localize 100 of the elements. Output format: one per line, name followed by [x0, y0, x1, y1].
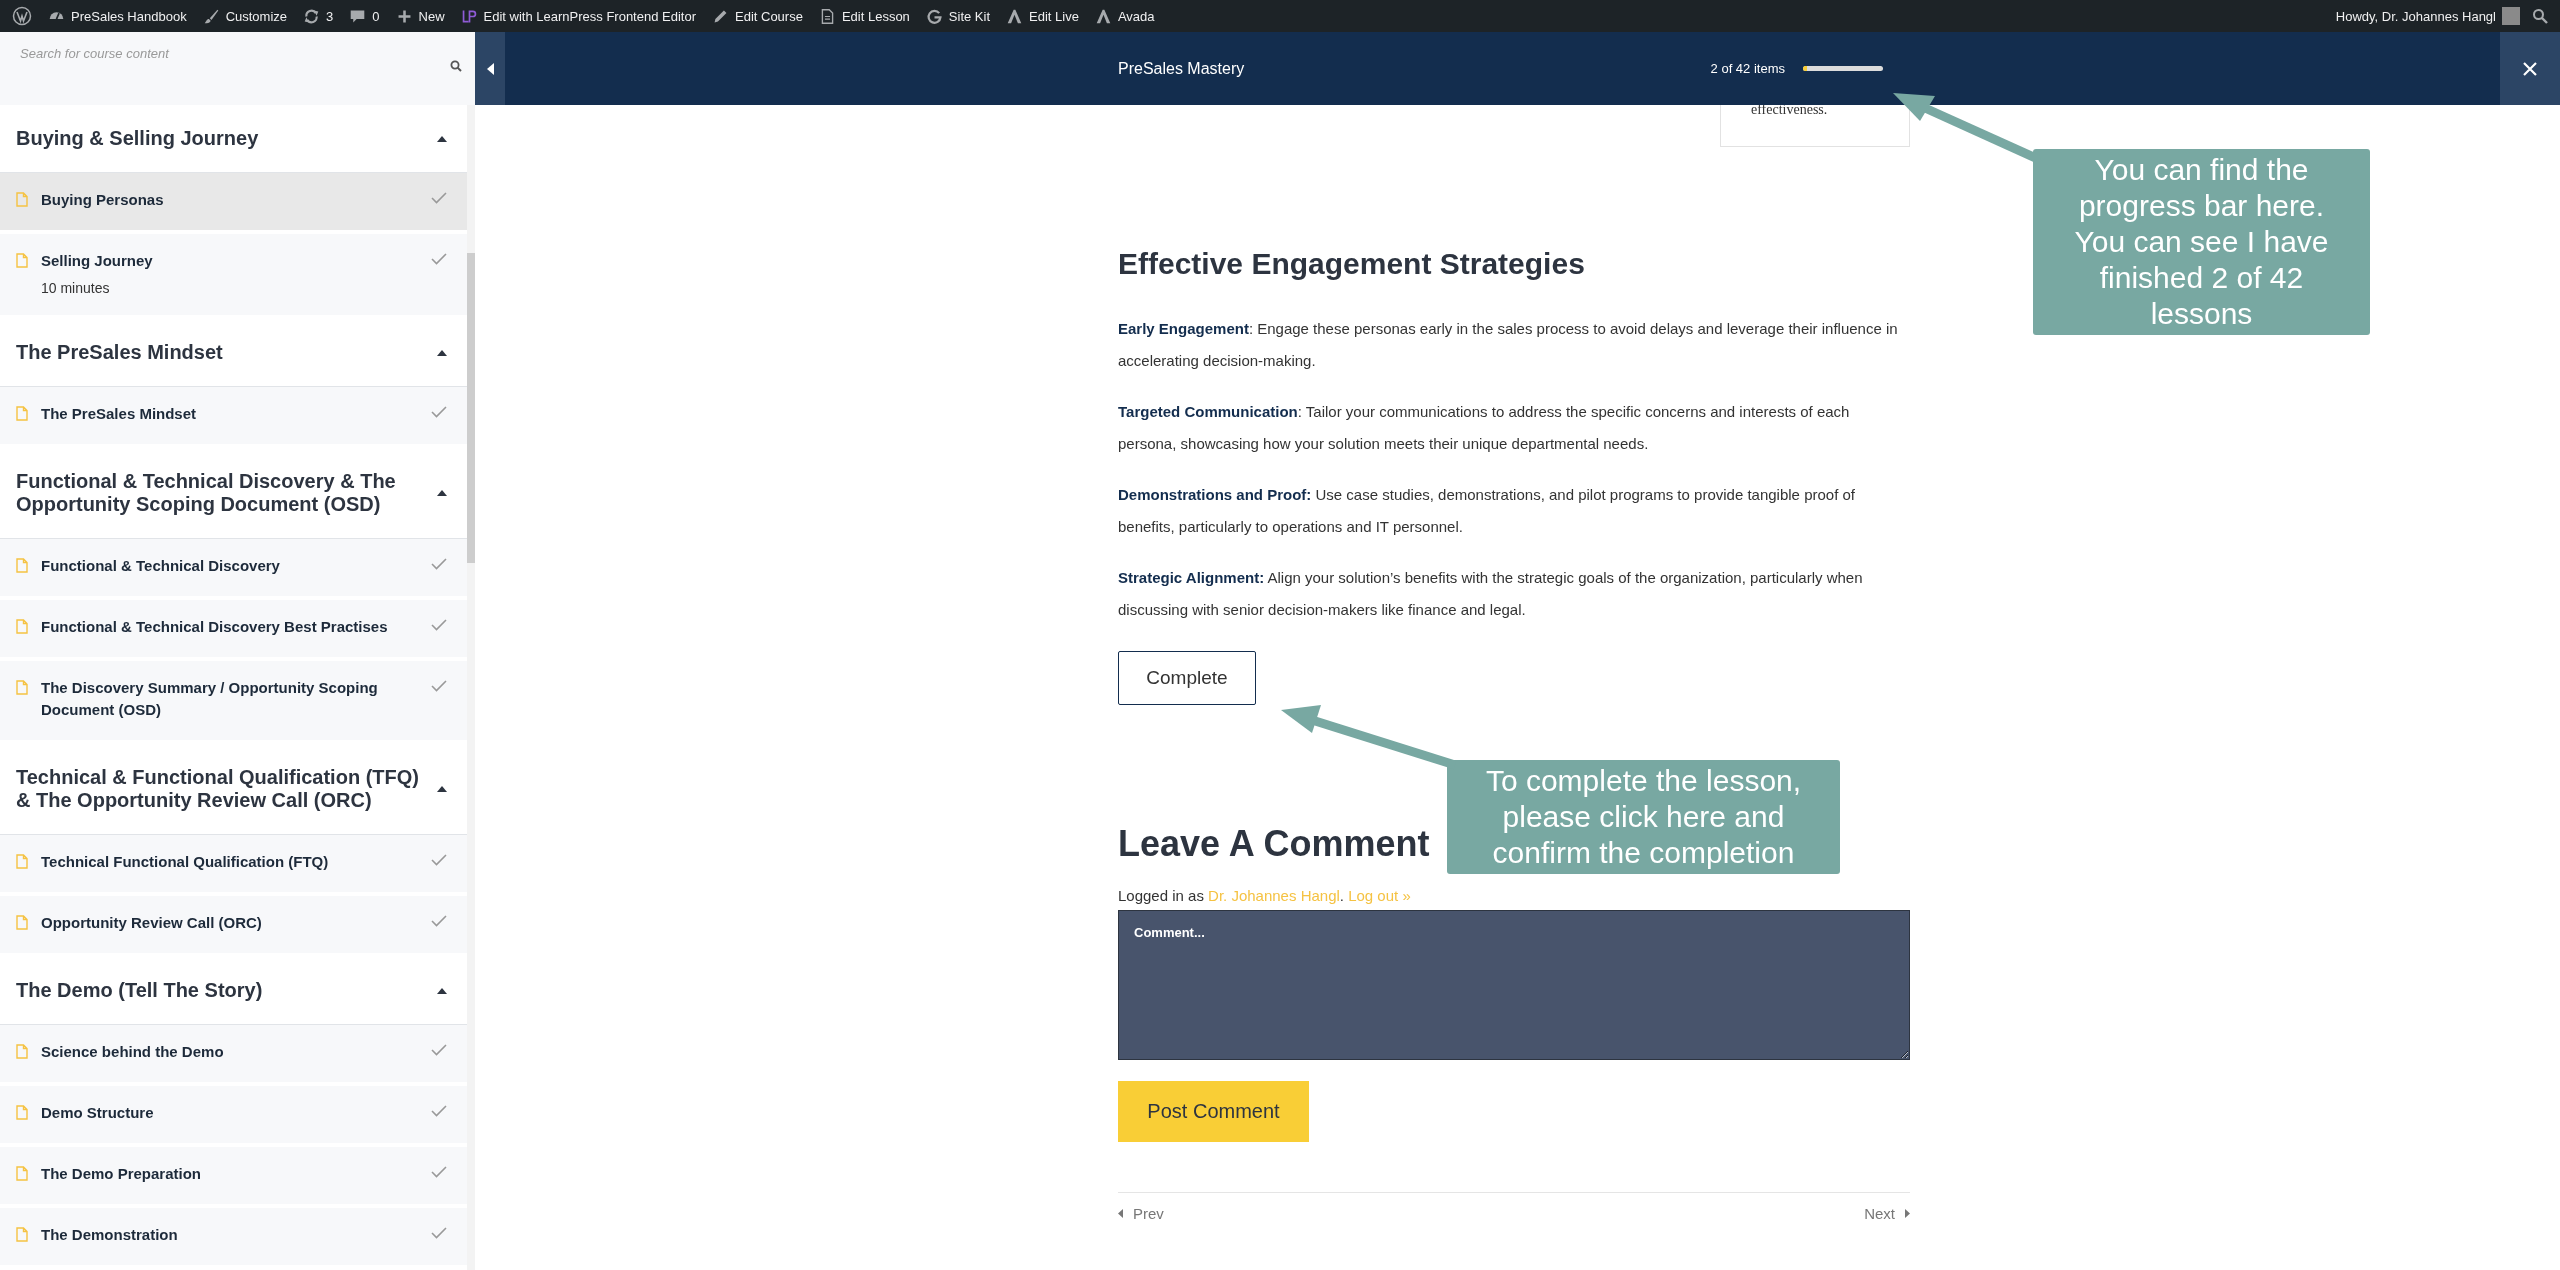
card-text: effectiveness.: [1751, 105, 1828, 118]
lesson-item[interactable]: The Demonstration: [0, 1208, 467, 1265]
section-heading: Effective Engagement Strategies: [1118, 247, 1586, 281]
document-icon: [16, 406, 28, 421]
section-title: Buying & Selling Journey: [16, 127, 259, 150]
link-label[interactable]: Site Kit: [948, 8, 991, 24]
link-label[interactable]: New: [418, 8, 445, 24]
progress-text: 2 of 42 items: [1710, 61, 1785, 76]
comment-heading: Leave A Comment: [1118, 823, 1430, 865]
admin-bar-link[interactable]: 3: [295, 7, 342, 25]
link-label[interactable]: Edit Lesson: [841, 8, 910, 24]
caret-up-icon[interactable]: [437, 135, 447, 142]
document-icon: [16, 253, 28, 268]
document-icon: [16, 1105, 28, 1120]
admin-bar-link[interactable]: Edit Lesson: [810, 7, 918, 25]
caret-up-icon[interactable]: [437, 987, 447, 994]
document-icon: [16, 619, 28, 634]
caret-left-icon: [486, 62, 494, 75]
admin-bar-link[interactable]: Edit Live: [998, 7, 1087, 25]
lesson-item[interactable]: Science behind the Demo: [0, 1025, 467, 1082]
section-title: Functional & Technical Discovery & The Opportunity Scoping Document (OSD): [16, 470, 397, 516]
document-icon: [16, 1044, 28, 1059]
lesson-title: Science behind the Demo: [41, 1042, 225, 1062]
document-icon: [16, 915, 28, 930]
sidebar-toggle-button[interactable]: [475, 32, 505, 105]
lesson-title: Technical Functional Qualification (FTQ): [41, 852, 330, 872]
caret-left-icon: [1118, 1209, 1123, 1218]
caret-up-icon[interactable]: [437, 786, 447, 792]
admin-bar-link[interactable]: Customize: [194, 7, 296, 25]
link-label[interactable]: PreSales Handbook: [71, 8, 187, 24]
lesson-item[interactable]: The PreSales Mindset: [0, 387, 467, 444]
caret-up-icon[interactable]: [437, 490, 447, 496]
lesson-title: Functional & Technical Discovery Best Practises: [41, 617, 389, 637]
lesson-title: The Discovery Summary / Opportunity Scoping Document (OSD): [41, 678, 379, 720]
lesson-item[interactable]: Selling Journey 10 minutes: [0, 234, 467, 315]
lesson-title: Selling Journey: [41, 251, 154, 271]
document-icon: [16, 192, 28, 207]
lesson-title: Buying Personas: [41, 190, 165, 210]
section-title: The PreSales Mindset: [16, 341, 223, 364]
wordpress-logo-icon[interactable]: [12, 6, 32, 26]
caret-right-icon: [1905, 1209, 1910, 1218]
lesson-title: Demo Structure: [41, 1103, 155, 1123]
document-icon: [16, 1166, 28, 1181]
link-label[interactable]: Edit Live: [1029, 8, 1079, 24]
caret-up-icon[interactable]: [437, 349, 447, 356]
g-logo-icon: [925, 7, 943, 25]
paragraph: Early Engagement: Engage these personas early in the sales process to avoid delays and leverage their influence in accelerating decision-making.: [1118, 319, 1899, 371]
lesson-item[interactable]: The Demo Preparation: [0, 1147, 467, 1204]
document-icon: [16, 680, 28, 695]
lesson-item[interactable]: Functional & Technical Discovery Best Practises: [0, 600, 467, 657]
lesson-item[interactable]: Demo Structure: [0, 1086, 467, 1143]
brush-icon: [202, 7, 220, 25]
link-label[interactable]: 3: [326, 8, 334, 24]
document-icon: [16, 854, 28, 869]
admin-bar-link[interactable]: Avada: [1086, 7, 1163, 25]
admin-bar-link[interactable]: Edit with LearnPress Frontend Editor: [452, 7, 704, 25]
lesson-item[interactable]: The Discovery Summary / Opportunity Scoping Document (OSD): [0, 661, 467, 740]
search-icon[interactable]: [2532, 8, 2548, 24]
lesson-item[interactable]: Buying Personas: [0, 173, 467, 230]
lesson-item[interactable]: Opportunity Review Call (ORC): [0, 896, 467, 953]
section-title: Technical & Functional Qualification (TFQ) & The Opportunity Review Call (ORC): [16, 766, 420, 812]
lesson-title: Opportunity Review Call (ORC): [41, 913, 263, 933]
search-field[interactable]: Search for course content: [20, 46, 420, 61]
prev-link[interactable]: Prev: [1118, 1205, 1164, 1222]
logged-in-text: Logged in as Dr. Johannes Hangl. Log out »: [1118, 887, 1412, 904]
document-icon: [16, 1227, 28, 1242]
lesson-duration: 10 minutes: [41, 280, 111, 296]
lesson-title: Functional & Technical Discovery: [41, 556, 281, 576]
lesson-title: The Demonstration: [41, 1225, 179, 1245]
complete-button[interactable]: Complete: [1118, 651, 1256, 705]
close-icon: [2523, 61, 2537, 76]
search-icon[interactable]: [450, 60, 462, 72]
link-label[interactable]: Avada: [1117, 8, 1155, 24]
link-label[interactable]: Customize: [225, 8, 288, 24]
link-label[interactable]: 0: [372, 8, 380, 24]
admin-bar-link[interactable]: Edit Course: [704, 7, 811, 25]
admin-bar-link[interactable]: Site Kit: [917, 7, 999, 25]
document-icon: [16, 558, 28, 573]
lesson-item[interactable]: Functional & Technical Discovery: [0, 539, 467, 596]
refresh-icon: [303, 7, 321, 25]
lesson-title: The PreSales Mindset: [41, 404, 198, 424]
section-title: The Demo (Tell The Story): [16, 979, 263, 1002]
paragraph: Demonstrations and Proof: Use case studies, demonstrations, and pilot programs to provide tangible proof of benefits, particularly to operations and IT personnel.: [1118, 485, 1856, 537]
next-link[interactable]: Next: [1864, 1205, 1910, 1222]
post-comment-button[interactable]: Post Comment: [1118, 1081, 1309, 1142]
lesson-item[interactable]: Technical Functional Qualification (FTQ): [0, 835, 467, 892]
admin-bar-link[interactable]: 0: [341, 7, 388, 25]
admin-bar-link[interactable]: New: [387, 7, 453, 25]
annotation-callout: You can find the progress bar here. You can see I have finished 2 of 42 lessons: [2033, 149, 2370, 335]
scrollbar-thumb[interactable]: [467, 253, 475, 563]
paragraph: Targeted Communication: Tailor your communications to address the specific concerns and interests of each persona, showcasing how your solution meets their unique departmental needs.: [1118, 402, 1851, 454]
link-label[interactable]: Edit Course: [735, 8, 803, 24]
course-title: PreSales Mastery: [1118, 59, 1245, 78]
paragraph: Strategic Alignment: Align your solution’s benefits with the strategic goals of the organization, particularly when discussing with senior decision-makers like finance and legal.: [1118, 568, 1864, 620]
comment-field[interactable]: Comment...: [1118, 910, 1910, 1060]
triangle-logo-icon: [1006, 7, 1024, 25]
greeting-text[interactable]: Howdy, Dr. Johannes Hangl: [2335, 8, 2496, 24]
link-label[interactable]: Edit with LearnPress Frontend Editor: [483, 8, 696, 24]
triangle-logo-icon: [1094, 7, 1112, 25]
admin-bar-link[interactable]: PreSales Handbook: [40, 7, 195, 25]
